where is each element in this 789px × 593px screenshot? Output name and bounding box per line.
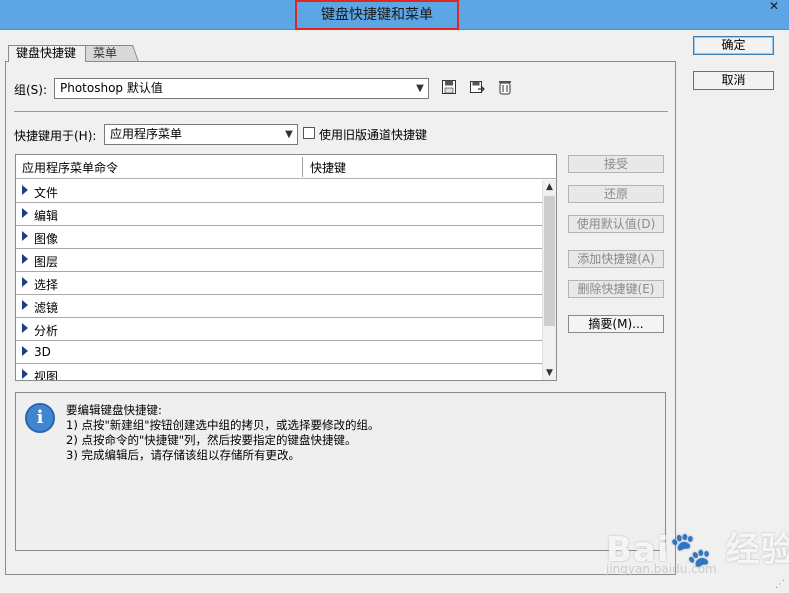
set-select-value: Photoshop 默认值 [60, 81, 163, 95]
use-default-button[interactable]: 使用默认值(D) [568, 215, 664, 233]
resize-grip-icon[interactable]: ⋰ [775, 579, 787, 591]
table-row[interactable]: 3D [16, 341, 542, 364]
table-row[interactable]: 滤镜 [16, 295, 542, 318]
info-line: 1) 点按"新建组"按钮创建选中组的拷贝，或选择要修改的组。 [66, 418, 380, 432]
shortcuts-for-label: 快捷键用于(H): [14, 129, 97, 143]
info-line: 要编辑键盘快捷键: [66, 403, 162, 417]
row-label: 文件 [34, 186, 59, 200]
expand-arrow-icon[interactable] [22, 208, 28, 218]
expand-arrow-icon[interactable] [22, 369, 28, 379]
chevron-down-icon: ▼ [285, 129, 293, 140]
summarize-button[interactable]: 摘要(M)... [568, 315, 664, 333]
window-title: 键盘快捷键和菜单 [321, 7, 433, 23]
vertical-scrollbar[interactable]: ▲ ▼ [542, 180, 556, 380]
table-header: 应用程序菜单命令 快捷键 [16, 155, 556, 179]
set-select[interactable]: Photoshop 默认值 ▼ [54, 78, 429, 99]
table-row[interactable]: 视图 [16, 364, 542, 381]
accept-button[interactable]: 接受 [568, 155, 664, 173]
expand-arrow-icon[interactable] [22, 300, 28, 310]
expand-arrow-icon[interactable] [22, 323, 28, 333]
expand-arrow-icon[interactable] [22, 185, 28, 195]
row-label: 图像 [34, 232, 59, 246]
tab-keyboard-shortcuts[interactable]: 键盘快捷键 [8, 45, 86, 62]
info-line: 3) 完成编辑后，请存储该组以存储所有更改。 [66, 448, 300, 462]
row-label: 3D [34, 345, 51, 359]
table-body: 文件 编辑 图像 图层 选择 滤镜 分析 3D 视图 [16, 180, 542, 381]
info-icon: i [25, 403, 55, 433]
scroll-down-icon[interactable]: ▼ [543, 366, 556, 380]
info-box: i 要编辑键盘快捷键: 1) 点按"新建组"按钮创建选中组的拷贝，或选择要修改的… [15, 392, 666, 551]
table-row[interactable]: 文件 [16, 180, 542, 203]
shortcut-table: 应用程序菜单命令 快捷键 文件 编辑 图像 图层 选择 滤镜 分析 3D 视图 … [15, 154, 557, 381]
legacy-channel-label: 使用旧版通道快捷键 [319, 128, 428, 142]
save-icon[interactable] [440, 79, 458, 97]
baidu-watermark: Bai🐾 经验 jingyan.baidu.com [600, 500, 789, 588]
row-label: 滤镜 [34, 301, 59, 315]
checkbox-box[interactable] [303, 127, 315, 139]
save-as-icon[interactable] [468, 79, 486, 97]
column-header-command[interactable]: 应用程序菜单命令 [22, 159, 118, 176]
chevron-down-icon: ▼ [416, 83, 424, 94]
cancel-button[interactable]: 取消 [693, 71, 774, 90]
row-label: 图层 [34, 255, 59, 269]
add-shortcut-button[interactable]: 添加快捷键(A) [568, 250, 664, 268]
info-line: 2) 点按命令的"快捷键"列，然后按要指定的键盘快捷键。 [66, 433, 357, 447]
table-row[interactable]: 选择 [16, 272, 542, 295]
shortcuts-panel: 组(S): Photoshop 默认值 ▼ 快捷键用于(H): 应用程序菜单 ▼… [5, 61, 676, 575]
undo-button[interactable]: 还原 [568, 185, 664, 203]
info-text: 要编辑键盘快捷键: 1) 点按"新建组"按钮创建选中组的拷贝，或选择要修改的组。… [66, 403, 380, 463]
expand-arrow-icon[interactable] [22, 277, 28, 287]
row-label: 选择 [34, 278, 59, 292]
row-label: 编辑 [34, 209, 59, 223]
shortcuts-for-value: 应用程序菜单 [110, 127, 183, 141]
delete-shortcut-button[interactable]: 删除快捷键(E) [568, 280, 664, 298]
expand-arrow-icon[interactable] [22, 254, 28, 264]
row-label: 视图 [34, 370, 59, 381]
table-row[interactable]: 图像 [16, 226, 542, 249]
shortcuts-for-select[interactable]: 应用程序菜单 ▼ [104, 124, 298, 145]
expand-arrow-icon[interactable] [22, 346, 28, 356]
trash-icon[interactable] [496, 79, 514, 97]
column-separator[interactable] [302, 157, 303, 177]
scroll-up-icon[interactable]: ▲ [543, 180, 556, 194]
expand-arrow-icon[interactable] [22, 231, 28, 241]
table-row[interactable]: 分析 [16, 318, 542, 341]
scrollbar-thumb[interactable] [544, 196, 555, 326]
table-row[interactable]: 编辑 [16, 203, 542, 226]
column-header-shortcut[interactable]: 快捷键 [310, 159, 346, 176]
divider [14, 111, 668, 112]
ok-button[interactable]: 确定 [693, 36, 774, 55]
row-label: 分析 [34, 324, 59, 338]
watermark-url: jingyan.baidu.com [606, 562, 717, 576]
tab-bar: 菜单 键盘快捷键 [8, 45, 140, 62]
close-button[interactable]: ✕ [766, 0, 782, 13]
tab-menus-label: 菜单 [93, 46, 118, 60]
table-row[interactable]: 图层 [16, 249, 542, 272]
set-label: 组(S): [14, 83, 48, 97]
